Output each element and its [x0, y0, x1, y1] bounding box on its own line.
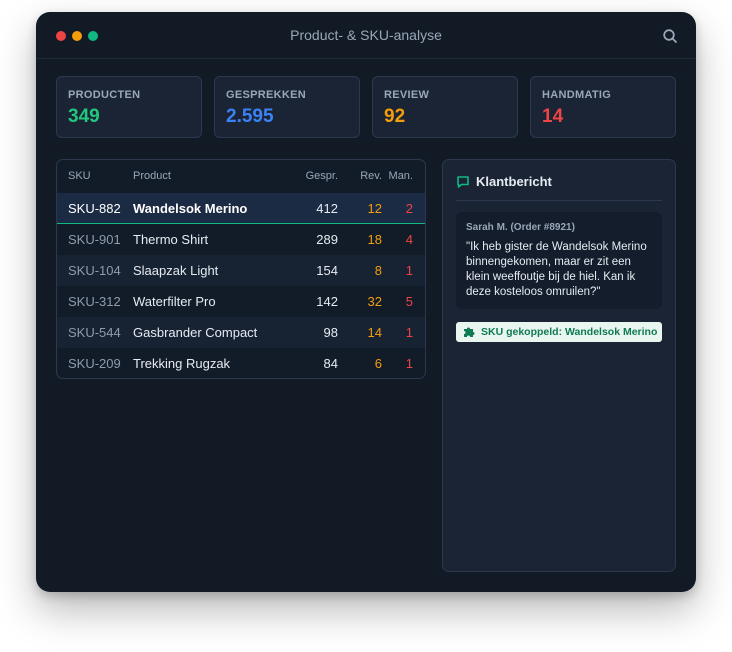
table-row[interactable]: SKU-312 Waterfilter Pro 142 32 5 — [57, 286, 425, 317]
cell-product: Wandelsok Merino — [133, 201, 248, 216]
cell-rev: 18 — [367, 232, 382, 247]
cell-rev: 32 — [367, 294, 382, 309]
cell-gespr: 84 — [323, 356, 338, 371]
cell-product: Thermo Shirt — [133, 232, 209, 247]
cell-sku: SKU-882 — [68, 201, 121, 216]
stat-label: HANDMATIG — [542, 89, 612, 101]
stat-card-review: REVIEW 92 — [372, 76, 518, 138]
stat-value: 2.595 — [226, 106, 274, 127]
stat-value: 14 — [542, 106, 564, 127]
cell-gespr: 154 — [316, 263, 338, 278]
stat-label: REVIEW — [384, 89, 430, 101]
cell-man: 1 — [405, 325, 413, 340]
column-header-man[interactable]: Man. — [389, 170, 413, 182]
column-header-product[interactable]: Product — [133, 170, 171, 182]
customer-message: Sarah M. (Order #8921) "Ik heb gister de… — [456, 212, 662, 309]
panel-title: Klantbericht — [476, 174, 552, 189]
search-icon[interactable] — [662, 28, 678, 44]
cell-sku: SKU-209 — [68, 356, 121, 371]
window-title: Product- & SKU-analyse — [290, 27, 442, 43]
cell-rev: 14 — [367, 325, 382, 340]
cell-product: Gasbrander Compact — [133, 325, 258, 340]
table-row[interactable]: SKU-104 Slaapzak Light 154 8 1 — [57, 255, 425, 286]
cell-man: 4 — [405, 232, 413, 247]
column-header-gespr[interactable]: Gespr. — [306, 170, 338, 182]
cell-man: 2 — [405, 201, 413, 216]
app-window: Product- & SKU-analyse PRODUCTEN 349 GES… — [36, 12, 696, 592]
cell-gespr: 412 — [316, 201, 338, 216]
cell-sku: SKU-104 — [68, 263, 121, 278]
stat-card-gesprekken: GESPREKKEN 2.595 — [214, 76, 360, 138]
stat-card-producten: PRODUCTEN 349 — [56, 76, 202, 138]
stat-value: 92 — [384, 106, 406, 127]
table-row[interactable]: SKU-901 Thermo Shirt 289 18 4 — [57, 224, 425, 255]
cell-man: 5 — [405, 294, 413, 309]
chat-bubble-icon — [457, 176, 469, 188]
cell-man: 1 — [405, 356, 413, 371]
cell-product: Trekking Rugzak — [133, 356, 231, 371]
message-text: "Ik heb gister de Wandelsok Merino binne… — [466, 241, 647, 298]
column-header-sku[interactable]: SKU — [68, 170, 91, 182]
cell-man: 1 — [405, 263, 413, 278]
cell-sku: SKU-544 — [68, 325, 121, 340]
stat-card-handmatig: HANDMATIG 14 — [530, 76, 676, 138]
cell-gespr: 289 — [316, 232, 338, 247]
badge-text: SKU gekoppeld: Wandelsok Merino — [481, 326, 658, 338]
table-row[interactable]: SKU-544 Gasbrander Compact 98 14 1 — [57, 317, 425, 348]
cell-product: Waterfilter Pro — [133, 294, 216, 309]
cell-rev: 8 — [374, 263, 382, 278]
title-bar: Product- & SKU-analyse — [36, 12, 696, 59]
panel-header: Klantbericht — [456, 174, 662, 201]
puzzle-icon — [464, 327, 475, 337]
cell-sku: SKU-901 — [68, 232, 121, 247]
customer-message-panel: Klantbericht Sarah M. (Order #8921) "Ik … — [442, 159, 676, 572]
cell-rev: 12 — [367, 201, 382, 216]
cell-sku: SKU-312 — [68, 294, 121, 309]
stat-label: GESPREKKEN — [226, 89, 307, 101]
cell-rev: 6 — [374, 356, 382, 371]
table-header: SKU Product Gespr. Rev. Man. — [57, 160, 425, 193]
table-row[interactable]: SKU-209 Trekking Rugzak 84 6 1 — [57, 348, 425, 378]
cell-gespr: 142 — [316, 294, 338, 309]
sku-table: SKU Product Gespr. Rev. Man. SKU-882 Wan… — [56, 159, 426, 379]
message-author: Sarah M. (Order #8921) — [466, 222, 575, 233]
column-header-rev[interactable]: Rev. — [360, 170, 382, 182]
stat-value: 349 — [68, 106, 100, 127]
cell-gespr: 98 — [323, 325, 338, 340]
stat-label: PRODUCTEN — [68, 89, 141, 101]
cell-product: Slaapzak Light — [133, 263, 219, 278]
table-row-selected[interactable]: SKU-882 Wandelsok Merino 412 12 2 — [57, 193, 425, 224]
sku-linked-badge[interactable]: SKU gekoppeld: Wandelsok Merino — [456, 322, 662, 342]
